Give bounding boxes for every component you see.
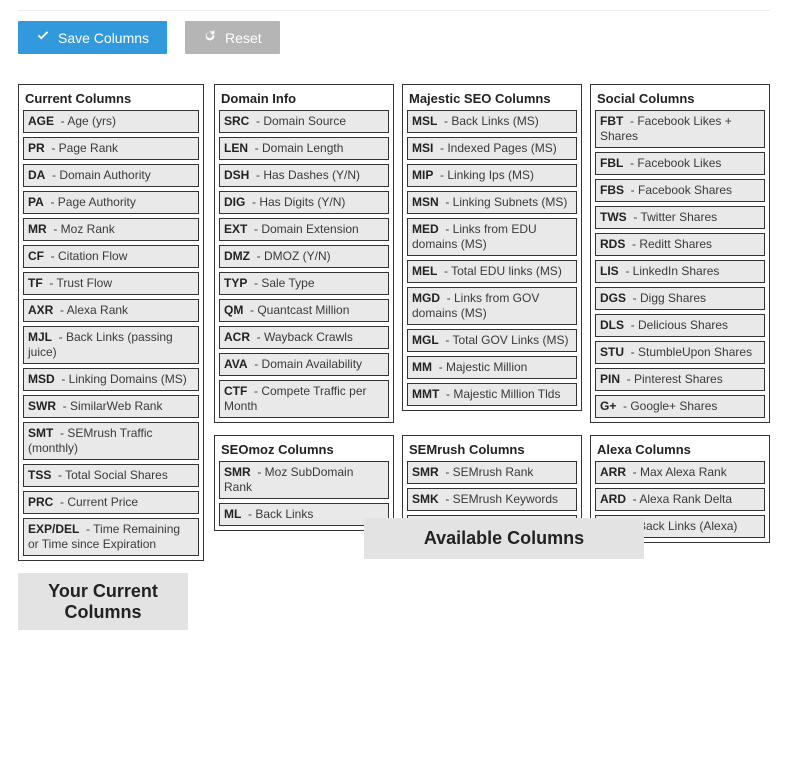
column-item[interactable]: TF - Trust Flow [23, 272, 199, 295]
left-column: Current Columns AGE - Age (yrs) PR - Page… [18, 84, 204, 630]
column-item[interactable]: CTF - Compete Traffic per Month [219, 380, 389, 418]
column-item[interactable]: SMR - Moz SubDomain Rank [219, 461, 389, 499]
toolbar: Save Columns Reset [18, 10, 770, 54]
column-item[interactable]: MSN - Linking Subnets (MS) [407, 191, 577, 214]
column-item[interactable]: LEN - Domain Length [219, 137, 389, 160]
your-current-columns-label: Your Current Columns [18, 573, 188, 630]
save-columns-button[interactable]: Save Columns [18, 21, 167, 54]
available-columns-label: Available Columns [364, 518, 644, 559]
reset-button-label: Reset [225, 30, 262, 46]
majestic-seo-panel: Majestic SEO Columns MSL - Back Links (M… [402, 84, 582, 411]
column-item[interactable]: SMT - SEMrush Traffic (monthly) [23, 422, 199, 460]
column-item[interactable]: MSD - Linking Domains (MS) [23, 368, 199, 391]
panel-title: Social Columns [595, 89, 765, 110]
column-item[interactable]: MM - Majestic Million [407, 356, 577, 379]
column-item[interactable]: G+ - Google+ Shares [595, 395, 765, 418]
social-list: FBT - Facebook Likes + Shares FBL - Faceb… [595, 110, 765, 418]
column-item[interactable]: FBT - Facebook Likes + Shares [595, 110, 765, 148]
reset-button[interactable]: Reset [185, 21, 280, 54]
column-item[interactable]: SRC - Domain Source [219, 110, 389, 133]
column-item[interactable]: AXR - Alexa Rank [23, 299, 199, 322]
column-item[interactable]: PR - Page Rank [23, 137, 199, 160]
column-item[interactable]: AGE - Age (yrs) [23, 110, 199, 133]
save-button-label: Save Columns [58, 30, 149, 46]
panel-title: Current Columns [23, 89, 199, 110]
panel-title: SEMrush Columns [407, 440, 577, 461]
column-item[interactable]: PIN - Pinterest Shares [595, 368, 765, 391]
column-item[interactable]: TSS - Total Social Shares [23, 464, 199, 487]
column-item[interactable]: EXT - Domain Extension [219, 218, 389, 241]
column-item[interactable]: PRC - Current Price [23, 491, 199, 514]
available-area: Domain Info SRC - Domain Source LEN - Dom… [214, 84, 770, 555]
column-item[interactable]: ACR - Wayback Crawls [219, 326, 389, 349]
column-item[interactable]: MSL - Back Links (MS) [407, 110, 577, 133]
column-item[interactable]: ARD - Alexa Rank Delta [595, 488, 765, 511]
column-item[interactable]: CF - Citation Flow [23, 245, 199, 268]
column-item[interactable]: MJL - Back Links (passing juice) [23, 326, 199, 364]
row-1: Domain Info SRC - Domain Source LEN - Dom… [214, 84, 770, 423]
column-item[interactable]: MSI - Indexed Pages (MS) [407, 137, 577, 160]
column-item[interactable]: SWR - SimilarWeb Rank [23, 395, 199, 418]
majestic-list: MSL - Back Links (MS) MSI - Indexed Pages… [407, 110, 577, 406]
reset-icon [203, 29, 217, 46]
column-item[interactable]: DLS - Delicious Shares [595, 314, 765, 337]
column-item[interactable]: TYP - Sale Type [219, 272, 389, 295]
column-item[interactable]: MGD - Links from GOV domains (MS) [407, 287, 577, 325]
column-item[interactable]: MMT - Majestic Million Tlds [407, 383, 577, 406]
column-item[interactable]: QM - Quantcast Million [219, 299, 389, 322]
current-columns-list: AGE - Age (yrs) PR - Page Rank DA - Domain… [23, 110, 199, 556]
column-item[interactable]: LIS - LinkedIn Shares [595, 260, 765, 283]
column-item[interactable]: MR - Moz Rank [23, 218, 199, 241]
panel-title: SEOmoz Columns [219, 440, 389, 461]
column-item[interactable]: RDS - Reditt Shares [595, 233, 765, 256]
panel-title: Majestic SEO Columns [407, 89, 577, 110]
column-item[interactable]: DSH - Has Dashes (Y/N) [219, 164, 389, 187]
column-item[interactable]: DGS - Digg Shares [595, 287, 765, 310]
seomoz-list: SMR - Moz SubDomain RankML - Back Links [219, 461, 389, 526]
panel-title: Domain Info [219, 89, 389, 110]
column-item[interactable]: FBL - Facebook Likes [595, 152, 765, 175]
column-item[interactable]: MED - Links from EDU domains (MS) [407, 218, 577, 256]
column-item[interactable]: TWS - Twitter Shares [595, 206, 765, 229]
column-item[interactable]: MEL - Total EDU links (MS) [407, 260, 577, 283]
column-item[interactable]: MIP - Linking Ips (MS) [407, 164, 577, 187]
column-item[interactable]: EXP/DEL - Time Remaining or Time since E… [23, 518, 199, 556]
column-item[interactable]: DA - Domain Authority [23, 164, 199, 187]
panel-title: Alexa Columns [595, 440, 765, 461]
column-item[interactable]: DIG - Has Digits (Y/N) [219, 191, 389, 214]
check-icon [36, 29, 50, 46]
column-item[interactable]: ARR - Max Alexa Rank [595, 461, 765, 484]
column-item[interactable]: STU - StumbleUpon Shares [595, 341, 765, 364]
column-item[interactable]: FBS - Facebook Shares [595, 179, 765, 202]
columns-area: Current Columns AGE - Age (yrs) PR - Page… [18, 84, 770, 630]
column-item[interactable]: SMK - SEMrush Keywords [407, 488, 577, 511]
column-item[interactable]: PA - Page Authority [23, 191, 199, 214]
social-columns-panel: Social Columns FBT - Facebook Likes + Sh… [590, 84, 770, 423]
seomoz-panel: SEOmoz Columns SMR - Moz SubDomain RankM… [214, 435, 394, 531]
column-item[interactable]: AVA - Domain Availability [219, 353, 389, 376]
domain-info-panel: Domain Info SRC - Domain Source LEN - Dom… [214, 84, 394, 423]
column-item[interactable]: DMZ - DMOZ (Y/N) [219, 245, 389, 268]
column-item[interactable]: MGL - Total GOV Links (MS) [407, 329, 577, 352]
domain-info-list: SRC - Domain Source LEN - Domain Length DS… [219, 110, 389, 418]
column-item[interactable]: SMR - SEMrush Rank [407, 461, 577, 484]
current-columns-panel: Current Columns AGE - Age (yrs) PR - Page… [18, 84, 204, 561]
